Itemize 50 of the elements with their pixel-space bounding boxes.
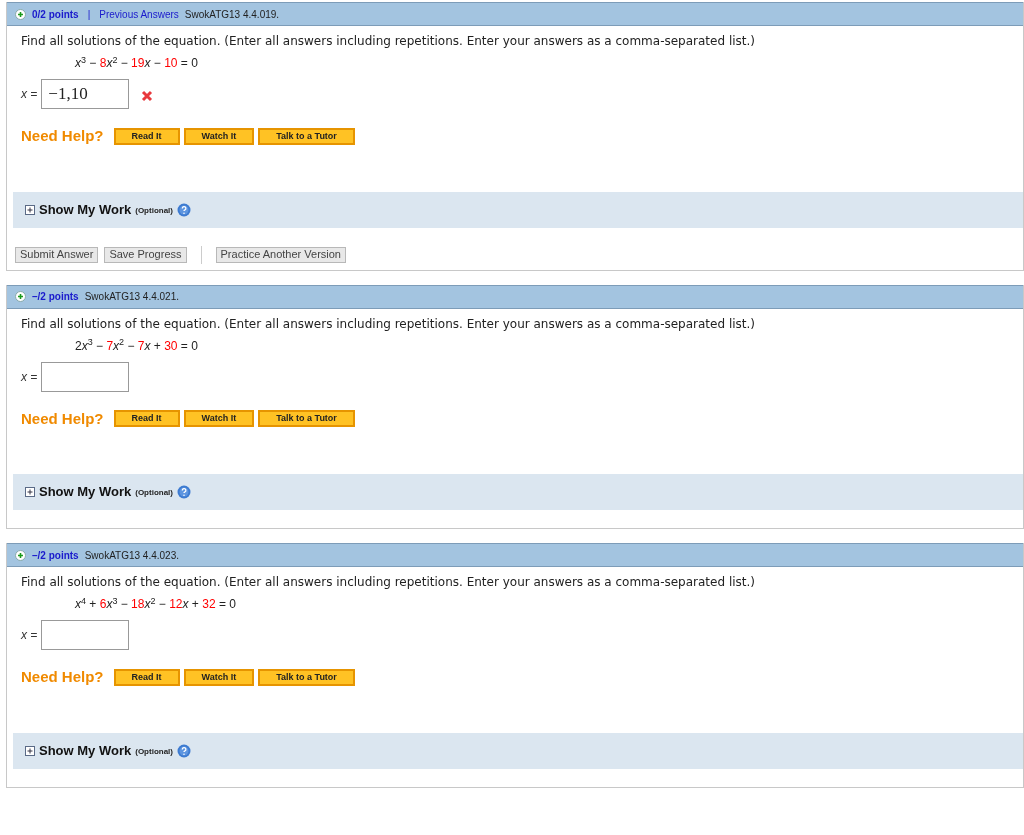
action-button[interactable]: Save Progress xyxy=(104,246,187,263)
expand-icon[interactable] xyxy=(15,8,26,20)
help-button[interactable]: Read It xyxy=(113,410,180,428)
help-button[interactable]: Talk to a Tutor xyxy=(258,127,355,145)
equation: x$^{4}$ + 6x$^{3}$ − 18x$^{2}$ − 12x + 32 = 0 xyxy=(75,596,237,612)
separator: | xyxy=(86,7,92,22)
expand-icon[interactable] xyxy=(15,549,26,561)
expand-icon[interactable] xyxy=(25,204,35,215)
expand-icon[interactable] xyxy=(15,291,26,302)
answer-field[interactable] xyxy=(41,361,130,392)
answer-field[interactable] xyxy=(41,620,130,650)
question-code: SwokATG13 4.4.023. xyxy=(84,548,179,563)
equation: x$^{3}$ − 8x$^{2}$ − 19x − 10 = 0 xyxy=(75,55,199,71)
show-my-work-label[interactable]: Show My Work xyxy=(39,482,132,502)
question-prompt: Find all solutions of the equation. (Enter all answers including repetitions. Enter your answers as a comma-separated list.) xyxy=(21,574,756,591)
optional-note: (Optional) xyxy=(135,204,173,217)
expand-icon[interactable] xyxy=(25,487,35,497)
help-button[interactable]: Talk to a Tutor xyxy=(258,668,355,686)
help-button[interactable]: Read It xyxy=(113,127,180,145)
expand-icon[interactable] xyxy=(25,745,35,756)
help-icon[interactable] xyxy=(177,743,191,758)
points-label: –/2 points xyxy=(32,290,79,304)
need-help-label: Need Help? xyxy=(21,667,104,687)
answer-label: x = xyxy=(21,86,38,103)
need-help-label: Need Help? xyxy=(21,126,104,146)
optional-note: (Optional) xyxy=(135,745,173,758)
need-help-label: Need Help? xyxy=(21,408,104,429)
show-my-work-label[interactable]: Show My Work xyxy=(39,740,132,761)
help-icon[interactable] xyxy=(177,202,191,217)
points-label: 0/2 points xyxy=(32,7,79,22)
help-button[interactable]: Watch It xyxy=(183,668,255,686)
help-icon[interactable] xyxy=(177,485,191,499)
question-prompt: Find all solutions of the equation. (Enter all answers including repetitions. Enter your answers as a comma-separated list.) xyxy=(21,315,756,333)
help-button[interactable]: Watch It xyxy=(183,410,255,428)
points-label: –/2 points xyxy=(32,548,79,563)
show-my-work-label[interactable]: Show My Work xyxy=(39,199,132,220)
previous-answers-link[interactable]: Previous Answers xyxy=(99,6,179,22)
question-prompt: Find all solutions of the equation. (Enter all answers including repetitions. Enter your answers as a comma-separated list.) xyxy=(21,33,756,50)
help-button[interactable]: Read It xyxy=(113,668,180,686)
help-button[interactable]: Talk to a Tutor xyxy=(258,410,355,428)
answer-label: x = xyxy=(21,368,38,386)
help-button[interactable]: Watch It xyxy=(183,127,255,145)
question-code: SwokATG13 4.4.021. xyxy=(84,290,179,304)
practice-button[interactable]: Practice Another Version xyxy=(215,246,346,263)
question-code: SwokATG13 4.4.019. xyxy=(184,7,280,22)
optional-note: (Optional) xyxy=(135,487,173,499)
answer-label: x = xyxy=(21,627,38,644)
equation: 2x$^{3}$ − 7x$^{2}$ − 7x + 30 = 0 xyxy=(75,337,199,354)
action-button[interactable]: Submit Answer xyxy=(15,246,99,263)
answer-field[interactable]: −1,10 xyxy=(41,79,130,109)
